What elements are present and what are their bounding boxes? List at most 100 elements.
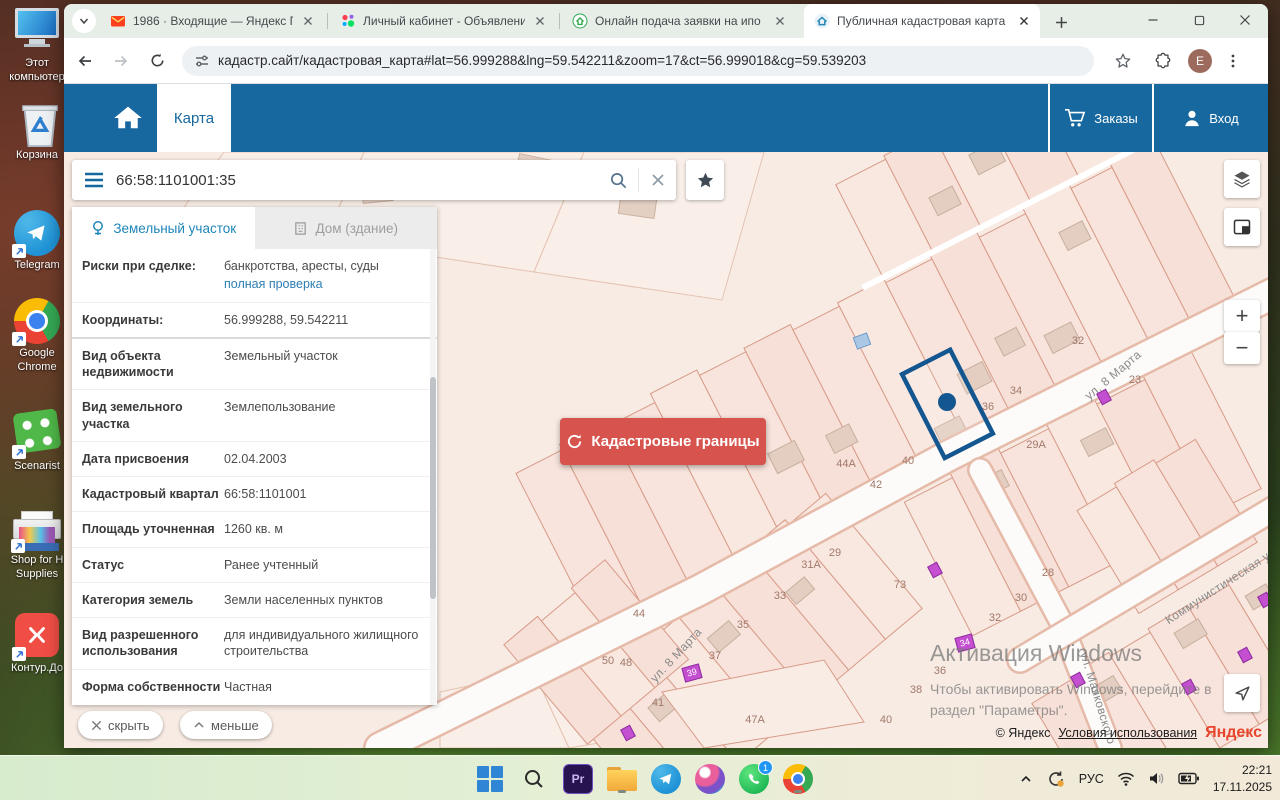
extensions-button[interactable] (1148, 46, 1178, 76)
tab-label: Дом (здание) (315, 221, 398, 236)
chevron-up-icon (193, 719, 205, 731)
collapse-panel-button[interactable]: меньше (180, 711, 272, 739)
taskbar: Pr 1 РУС 22:21 17.11.2025 (0, 755, 1280, 800)
close-icon (1239, 14, 1251, 26)
kebab-menu-icon (1225, 53, 1241, 69)
desktop-icon-this-pc[interactable]: Этот компьютер (6, 6, 68, 85)
field-row: Вид объекта недвижимости Земельный участ… (72, 339, 437, 391)
parcel-number: 34 (1010, 385, 1022, 397)
tab-close-icon[interactable] (772, 13, 788, 29)
field-label: Координаты: (82, 312, 224, 328)
file-explorer-icon (607, 767, 637, 791)
parcel-number: 33 (774, 590, 786, 602)
taskbar-premiere-button[interactable]: Pr (562, 763, 594, 795)
geolocation-button[interactable] (1224, 674, 1260, 712)
browser-tab-yandex-mail[interactable]: 1986 · Входящие — Яндекс По (100, 4, 324, 38)
search-button[interactable] (598, 171, 638, 190)
taskbar-telegram-button[interactable] (650, 763, 682, 795)
volume-icon[interactable] (1148, 771, 1165, 786)
parcel-number: 36 (982, 401, 994, 413)
taskbar-paint3d-button[interactable] (694, 763, 726, 795)
star-icon (696, 171, 715, 190)
parcel-number: 73 (894, 579, 906, 591)
domclick-icon (572, 13, 588, 29)
terms-link[interactable]: Условия использования (1058, 726, 1197, 740)
premiere-pro-icon: Pr (563, 764, 593, 794)
clear-search-button[interactable] (638, 168, 676, 192)
scrollbar-thumb[interactable] (430, 377, 436, 599)
scenarist-icon (14, 411, 60, 457)
parcel-number: 30 (1015, 592, 1027, 604)
taskbar-chrome-button[interactable] (782, 763, 814, 795)
layers-button[interactable] (1224, 160, 1260, 198)
tab-close-icon[interactable] (300, 13, 316, 29)
language-indicator[interactable]: РУС (1079, 772, 1104, 786)
whatsapp-icon: 1 (739, 764, 769, 794)
bookmark-button[interactable] (1108, 46, 1138, 76)
taskbar-explorer-button[interactable] (606, 763, 638, 795)
field-label: Категория земель (82, 592, 224, 608)
running-indicator (618, 790, 626, 793)
home-icon (112, 104, 144, 132)
address-bar[interactable]: кадастр.сайт/кадастровая_карта#lat=56.99… (182, 46, 1094, 76)
desktop-icon-kontur[interactable]: Контур.До (6, 612, 68, 676)
parcel-number: 29 (829, 547, 841, 559)
yandex-logo[interactable]: Яндекс (1205, 724, 1262, 742)
battery-icon[interactable] (1178, 772, 1200, 785)
desktop-icon-telegram[interactable]: Telegram (6, 210, 68, 273)
login-button[interactable]: Вход (1152, 84, 1268, 152)
desktop-icon-chrome[interactable]: Google Chrome (6, 298, 68, 375)
tab-close-icon[interactable] (1016, 13, 1032, 29)
profile-avatar[interactable]: E (1188, 49, 1212, 73)
home-button[interactable] (106, 100, 150, 136)
field-row: Вид разрешенного использования для индив… (72, 618, 437, 670)
wifi-icon[interactable] (1117, 772, 1135, 786)
cadastral-boundaries-button[interactable]: Кадастровые границы (560, 418, 766, 465)
minimize-icon (1147, 14, 1159, 26)
field-label: Дата присвоения (82, 451, 224, 467)
orders-button[interactable]: Заказы (1048, 84, 1152, 152)
tray-chevron-up[interactable] (1019, 772, 1033, 786)
menu-button[interactable] (72, 172, 116, 188)
taskbar-whatsapp-button[interactable]: 1 (738, 763, 770, 795)
search-icon (609, 171, 628, 190)
zoom-out-button[interactable]: − (1224, 332, 1260, 364)
yandex-mail-icon (110, 13, 126, 29)
browser-menu-button[interactable] (1218, 46, 1248, 76)
tray-sync-icon[interactable] (1046, 769, 1066, 789)
desktop-icon-shop-supplies[interactable]: Shop for H Supplies (6, 508, 68, 582)
desktop-icon-recycle-bin[interactable]: Корзина (6, 100, 68, 163)
reload-button[interactable] (142, 46, 172, 76)
cadastre-search-bar (72, 160, 676, 200)
favorites-button[interactable] (686, 160, 724, 200)
taskbar-search-button[interactable] (518, 763, 550, 795)
browser-tab-cadastre-active[interactable]: Публичная кадастровая карта (804, 4, 1040, 38)
desktop-icon-scenarist[interactable]: Scenarist (6, 408, 68, 474)
tab-land-parcel[interactable]: Земельный участок (72, 207, 255, 249)
nav-tab-map[interactable]: Карта (157, 84, 231, 152)
legend-button[interactable] (1224, 208, 1260, 246)
browser-window: 1986 · Входящие — Яндекс По Личный кабин… (64, 4, 1268, 748)
parcel-number: 40 (880, 714, 892, 726)
window-close-button[interactable] (1222, 4, 1268, 36)
taskbar-clock[interactable]: 22:21 17.11.2025 (1213, 762, 1272, 794)
zoom-in-button[interactable]: + (1224, 300, 1260, 332)
tab-close-icon[interactable] (532, 13, 548, 29)
hide-panel-button[interactable]: скрыть (78, 711, 163, 739)
window-maximize-button[interactable] (1176, 4, 1222, 36)
full-check-link[interactable]: полная проверка (224, 276, 423, 292)
field-value: 66:58:1101001 (224, 486, 423, 502)
search-input[interactable] (116, 172, 598, 189)
site-info-icon[interactable] (194, 53, 210, 69)
new-tab-button[interactable] (1048, 9, 1074, 35)
window-minimize-button[interactable] (1130, 4, 1176, 36)
start-button[interactable] (474, 763, 506, 795)
browser-tab-domclick[interactable]: Онлайн подача заявки на ипо (562, 4, 796, 38)
shortcut-arrow-icon (12, 445, 26, 459)
tab-search-button[interactable] (72, 9, 96, 33)
back-button[interactable] (70, 46, 100, 76)
browser-tab-avito[interactable]: Личный кабинет - Объявлени (330, 4, 556, 38)
url-text[interactable]: кадастр.сайт/кадастровая_карта#lat=56.99… (218, 53, 866, 68)
tab-house-building[interactable]: Дом (здание) (255, 207, 438, 249)
forward-button[interactable] (106, 46, 136, 76)
